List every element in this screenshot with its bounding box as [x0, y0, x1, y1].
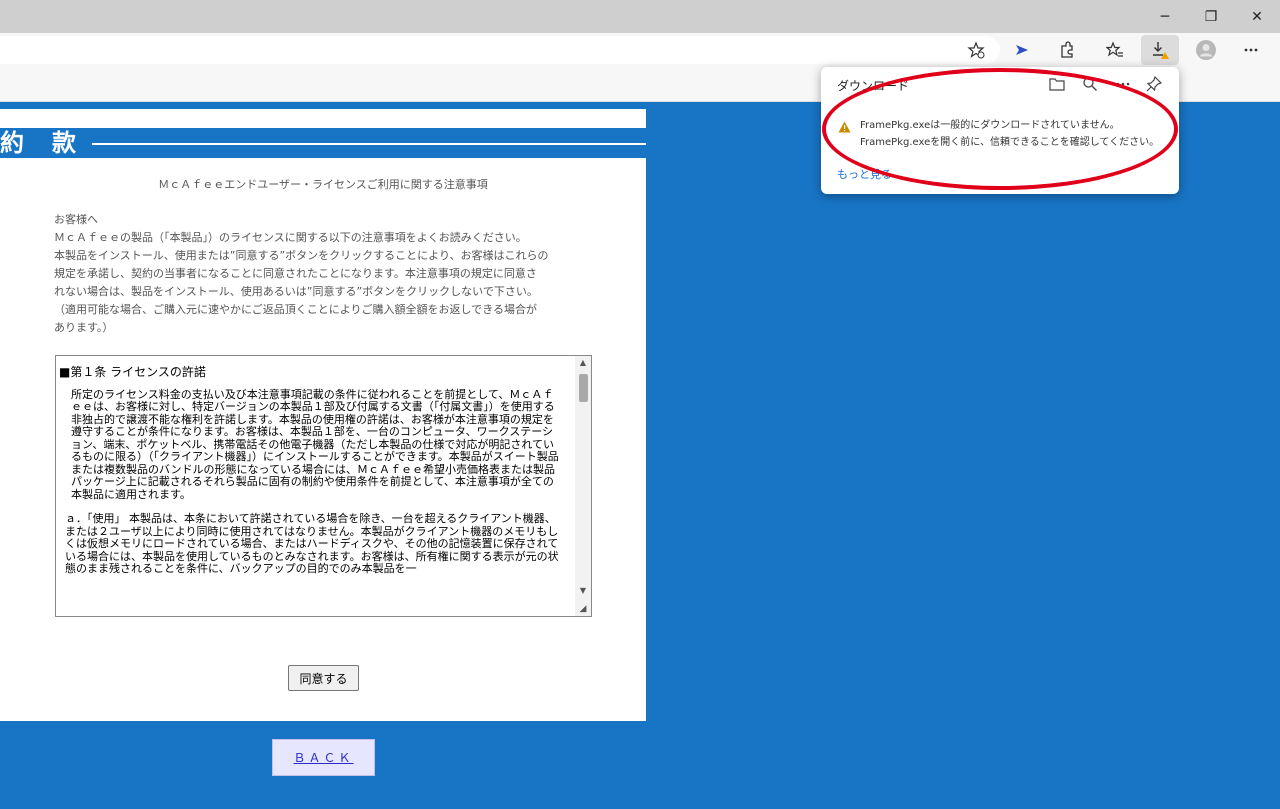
intro-line: 規定を承諾し、契約の当事者になることに同意されたことになります。本注意事項の規定…	[54, 267, 537, 280]
address-bar-row	[0, 33, 1280, 67]
intro-line: れない場合は、製品をインストール、使用あるいは”同意する”ボタンをクリックしない…	[54, 285, 538, 298]
star-add-icon[interactable]	[962, 37, 990, 63]
scroll-down-icon[interactable]: ▼	[575, 584, 591, 598]
minimize-button[interactable]: ─	[1142, 0, 1188, 33]
intro-line: （適用可能な場合、ご購入元に速やかにご返品頂くことによりご購入額全額をお返しでき…	[54, 303, 538, 316]
intro-line: あります。）	[54, 321, 114, 334]
page-title: 約 款	[0, 128, 78, 157]
license-scrollbar[interactable]: ▲ ▼ ◢	[575, 356, 591, 616]
back-button[interactable]: ＢＡＣＫ	[272, 739, 375, 776]
highlight-ellipse	[822, 68, 1178, 190]
article-item-a: ａ．「使用」 本製品は、本条において許諾されている場合を除き、一台を超えるクライ…	[65, 512, 559, 575]
restore-button[interactable]: ❐	[1188, 0, 1234, 33]
profile-icon[interactable]	[1192, 37, 1220, 63]
intro-text: お客様へ ＭｃＡｆｅｅの製品（「本製品」）のライセンスに関する以下の注意事項をよ…	[54, 211, 594, 337]
article-body: 所定のライセンス料金の支払い及び本注意事項記載の条件に従われることを前提として、…	[71, 387, 559, 501]
header-rule	[92, 143, 646, 145]
pin-icon[interactable]	[1144, 74, 1164, 94]
extension-arrow-icon[interactable]	[1008, 37, 1036, 63]
agree-button[interactable]: 同意する	[288, 665, 359, 691]
address-field[interactable]	[0, 36, 1000, 64]
favorites-icon[interactable]	[1101, 37, 1129, 63]
close-window-button[interactable]: ✕	[1234, 0, 1280, 33]
resize-grip-icon[interactable]: ◢	[575, 602, 591, 616]
download-warning-icon[interactable]	[1141, 35, 1179, 65]
scroll-thumb[interactable]	[579, 374, 588, 402]
license-textarea[interactable]: ■第１条 ライセンスの許諾 所定のライセンス料金の支払い及び本注意事項記載の条件…	[55, 355, 592, 617]
scroll-up-icon[interactable]: ▲	[575, 356, 591, 370]
intro-line: ＭｃＡｆｅｅの製品（「本製品」）のライセンスに関する以下の注意事項をよくお読みく…	[54, 231, 527, 244]
intro-line: お客様へ	[54, 213, 98, 226]
puzzle-icon[interactable]	[1053, 37, 1081, 63]
more-icon[interactable]	[1237, 37, 1265, 63]
notice-title: ＭｃＡｆｅｅエンドユーザー・ライセンスご利用に関する注意事項	[158, 178, 488, 191]
article-title: ■第１条 ライセンスの許諾	[59, 365, 206, 379]
intro-line: 本製品をインストール、使用または”同意する”ボタンをクリックすることにより、お客…	[54, 249, 549, 262]
browser-title-bar: ─ ❐ ✕	[0, 0, 1280, 33]
